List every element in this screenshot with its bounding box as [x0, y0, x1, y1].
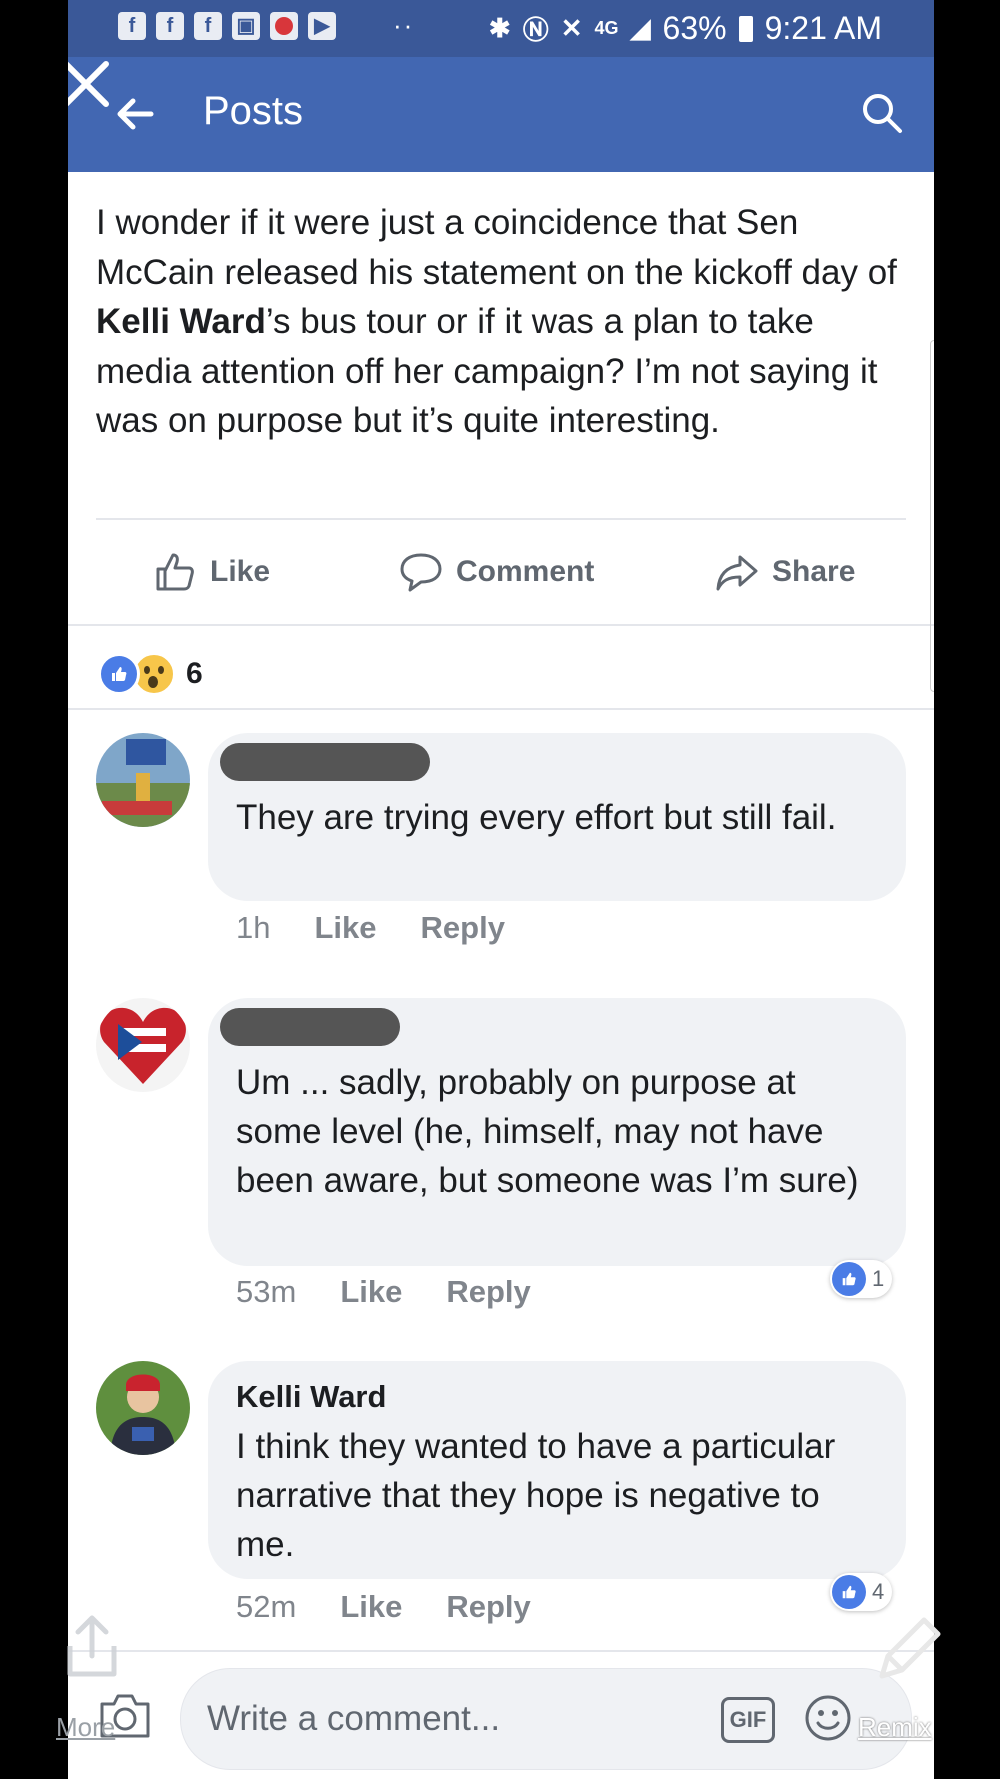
- phone-screen: f f f ▣ ▶ ·· ✱ Ⓝ ✕ 4G ◢ 63% 9:21 AM Post…: [68, 0, 934, 1779]
- comment-like-link[interactable]: Like: [340, 1589, 402, 1625]
- comment-text: Um ... sadly, probably on purpose at som…: [236, 1063, 859, 1200]
- close-icon[interactable]: [68, 54, 116, 114]
- remix-label[interactable]: Remix: [858, 1712, 932, 1743]
- emoji-icon[interactable]: [803, 1693, 853, 1743]
- mute-icon: ✕: [560, 13, 583, 43]
- redacted-name: [220, 743, 430, 781]
- comment-time: 52m: [236, 1589, 297, 1624]
- comment-button[interactable]: Comment: [398, 549, 594, 595]
- avatar[interactable]: [96, 1361, 190, 1455]
- comment-time: 53m: [236, 1274, 297, 1309]
- back-arrow-icon[interactable]: [113, 92, 157, 136]
- share-button[interactable]: Share: [714, 549, 855, 595]
- comment-like-link[interactable]: Like: [314, 910, 376, 946]
- share-upload-icon[interactable]: [62, 1612, 122, 1682]
- mention-link[interactable]: Kelli Ward: [96, 302, 266, 341]
- avatar[interactable]: [96, 998, 190, 1092]
- system-status: ✱ Ⓝ ✕ 4G ◢ 63% 9:21 AM: [489, 10, 882, 47]
- pencil-icon[interactable]: [868, 1610, 948, 1690]
- comment-reaction-badge[interactable]: 4: [830, 1573, 893, 1611]
- battery-percent: 63%: [662, 10, 727, 46]
- comment-input-placeholder: Write a comment...: [207, 1699, 501, 1738]
- youtube-notification-icon: ▶: [308, 12, 336, 40]
- scrollbar[interactable]: [930, 340, 934, 692]
- comment-reply-link[interactable]: Reply: [421, 910, 505, 946]
- comment-reaction-count: 1: [872, 1266, 885, 1291]
- more-label[interactable]: More: [56, 1712, 115, 1743]
- like-button[interactable]: Like: [152, 549, 270, 595]
- share-arrow-icon: [716, 555, 758, 591]
- comment-reaction-count: 4: [872, 1579, 885, 1604]
- comment-reply-link[interactable]: Reply: [446, 1589, 530, 1625]
- facebook-notification-icon: f: [156, 12, 184, 40]
- iheart-notification-icon: [270, 12, 298, 40]
- comment-input[interactable]: Write a comment... GIF: [180, 1668, 912, 1770]
- comment-bubble: Um ... sadly, probably on purpose at som…: [208, 998, 906, 1266]
- facebook-notification-icon: f: [194, 12, 222, 40]
- comment-meta: 53m Like Reply: [236, 1274, 531, 1310]
- more-notifications-dots: ··: [393, 10, 415, 40]
- share-label: Share: [772, 555, 856, 588]
- bluetooth-icon: ✱: [488, 13, 511, 43]
- comment-text: I think they wanted to have a particular…: [236, 1427, 836, 1564]
- app-bar: Posts: [68, 57, 934, 172]
- status-bar: f f f ▣ ▶ ·· ✱ Ⓝ ✕ 4G ◢ 63% 9:21 AM: [68, 0, 934, 57]
- page-title: Posts: [203, 89, 304, 133]
- gallery-notification-icon: ▣: [232, 12, 260, 40]
- like-reaction-icon: [98, 653, 140, 695]
- comment-label: Comment: [456, 555, 595, 588]
- comment-meta: 1h Like Reply: [236, 910, 505, 946]
- signal-icon: ◢: [630, 13, 651, 43]
- like-reaction-icon: [832, 1575, 866, 1609]
- comment-bubble: They are trying every effort but still f…: [208, 733, 906, 901]
- commenter-name[interactable]: Kelli Ward: [236, 1379, 386, 1415]
- redacted-name: [220, 1008, 400, 1046]
- facebook-notification-icon: f: [118, 12, 146, 40]
- like-label: Like: [210, 555, 271, 588]
- network-type: 4G: [594, 18, 619, 38]
- notification-icons: f f f ▣ ▶: [118, 12, 336, 40]
- reaction-summary[interactable]: 6: [98, 652, 203, 696]
- divider: [68, 708, 934, 710]
- comment-bubble: Kelli Ward I think they wanted to have a…: [208, 1361, 906, 1579]
- divider: [68, 624, 934, 626]
- post-text-start: I wonder if it were just a coincidence t…: [96, 203, 897, 292]
- gif-button[interactable]: GIF: [721, 1697, 775, 1743]
- comment-like-link[interactable]: Like: [340, 1274, 402, 1310]
- comment-time: 1h: [236, 910, 271, 945]
- nfc-icon: Ⓝ: [522, 15, 549, 45]
- divider: [68, 1650, 934, 1652]
- post-actions: Like Comment Share: [68, 535, 934, 605]
- clock: 9:21 AM: [764, 10, 882, 46]
- like-reaction-icon: [832, 1262, 866, 1296]
- comment-text: They are trying every effort but still f…: [236, 798, 837, 837]
- comment-bubble-icon: [400, 553, 442, 592]
- comment-reaction-badge[interactable]: 1: [830, 1260, 893, 1298]
- search-icon[interactable]: [860, 91, 904, 135]
- divider: [96, 518, 906, 520]
- avatar[interactable]: [96, 733, 190, 827]
- battery-icon: [738, 15, 753, 42]
- thumbs-up-icon: [156, 553, 194, 591]
- post-body: I wonder if it were just a coincidence t…: [96, 198, 906, 446]
- reaction-count: 6: [186, 657, 203, 690]
- comment-reply-link[interactable]: Reply: [446, 1274, 530, 1310]
- comment-meta: 52m Like Reply: [236, 1589, 531, 1625]
